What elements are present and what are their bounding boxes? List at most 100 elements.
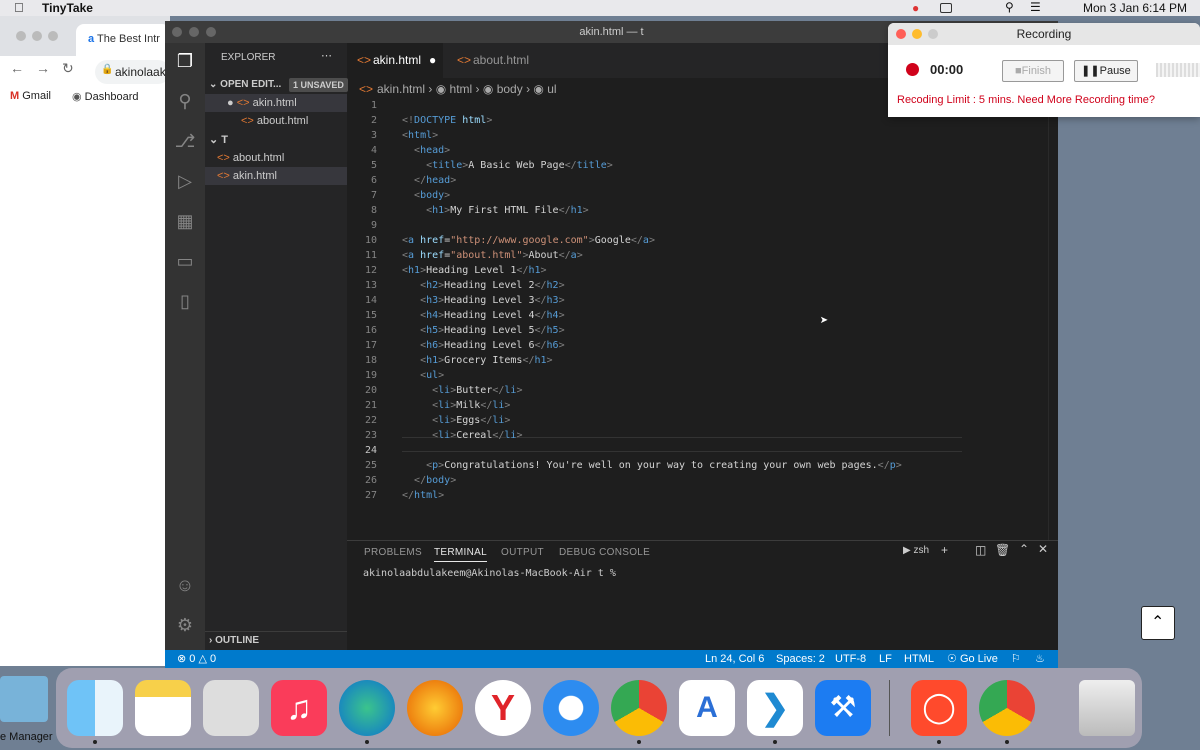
tab-output[interactable]: OUTPUT xyxy=(501,547,544,558)
vscode-icon[interactable]: ❯ xyxy=(747,680,803,736)
finish-button[interactable]: ■Finish xyxy=(1002,60,1064,82)
edge-icon[interactable] xyxy=(339,680,395,736)
code-line: <a href="about.html">About</a> xyxy=(402,250,583,261)
forward-icon[interactable]: → xyxy=(36,60,50,76)
breadcrumb-item[interactable]: html xyxy=(450,82,473,96)
address-bar[interactable]: 🔒 akinolaak xyxy=(95,60,170,84)
gmail-bookmark[interactable]: M Gmail xyxy=(10,90,51,102)
line-ending[interactable]: LF xyxy=(879,650,892,668)
safari-icon[interactable] xyxy=(543,680,599,736)
run-debug-icon[interactable]: ▷ xyxy=(173,171,197,195)
tab-debug-console[interactable]: DEBUG CONSOLE xyxy=(559,547,650,558)
account-icon[interactable]: ☺ xyxy=(173,575,197,599)
battery-icon[interactable] xyxy=(940,3,952,13)
tinytake-icon[interactable]: ◯ xyxy=(911,680,967,736)
settings-gear-icon[interactable]: ⚙ xyxy=(173,615,197,639)
firefox-icon[interactable] xyxy=(407,680,463,736)
tab-terminal[interactable]: TERMINAL xyxy=(434,547,487,562)
chrome-app-icon[interactable] xyxy=(979,680,1035,736)
remote-explorer-icon[interactable]: ▭ xyxy=(173,251,197,275)
code-editor[interactable]: 1 2 3 4 5 6 7 8 9 10 11 12 13 14 15 16 17 18 19 20 21 22 23 24 2… xyxy=(347,100,1058,540)
browser-tab[interactable]: a The Best Intr xyxy=(76,24,170,56)
app-name[interactable]: TinyTake xyxy=(42,1,93,15)
status-bar: ⊗ 0 △ 0 Ln 24, Col 6 Spaces: 2 UTF-8 LF … xyxy=(165,650,1058,668)
minimize-button[interactable] xyxy=(32,31,42,41)
book-icon[interactable]: ▯ xyxy=(173,291,197,315)
android-studio-icon[interactable]: A xyxy=(679,680,735,736)
breadcrumb-item[interactable]: body xyxy=(497,82,523,96)
cursor-position[interactable]: Ln 24, Col 6 xyxy=(705,650,764,668)
back-icon[interactable]: ← xyxy=(10,60,24,76)
open-editor-item[interactable]: <> about.html xyxy=(205,112,347,130)
source-control-icon[interactable]: ⎇ xyxy=(173,131,197,155)
open-editors-header[interactable]: ⌄ OPEN EDIT... 1 UNSAVED xyxy=(205,76,348,94)
breadcrumb-item[interactable]: akin.html xyxy=(377,82,425,96)
recording-widget: Recording 00:00 ■Finish ❚❚Pause Recoding… xyxy=(888,23,1200,117)
music-icon[interactable]: ♫ xyxy=(271,680,327,736)
chrome-icon[interactable] xyxy=(611,680,667,736)
line-number: 22 xyxy=(364,415,377,426)
tab-about-html[interactable]: <> about.html xyxy=(447,43,547,78)
tab-problems[interactable]: PROBLEMS xyxy=(364,547,422,558)
indentation[interactable]: Spaces: 2 xyxy=(776,650,825,668)
unsaved-dot-icon: ● xyxy=(429,53,437,67)
explorer-icon[interactable]: ❐ xyxy=(173,51,197,75)
go-live-button[interactable]: ☉ Go Live xyxy=(947,650,998,668)
folder-file-item[interactable]: <> akin.html xyxy=(205,167,347,185)
new-terminal-icon[interactable]: + xyxy=(941,543,948,557)
xcode-icon[interactable]: ⚒ xyxy=(815,680,871,736)
pause-button[interactable]: ❚❚Pause xyxy=(1074,60,1138,82)
extensions-icon[interactable]: ▦ xyxy=(173,211,197,235)
terminal-shell-selector[interactable]: ▶ zsh xyxy=(903,545,929,556)
language-mode[interactable]: HTML xyxy=(904,650,934,668)
html-file-icon: <> xyxy=(241,115,254,127)
recording-limit-message[interactable]: Recoding Limit : 5 mins. Need More Recor… xyxy=(897,94,1155,106)
terminal-prompt[interactable]: akinolaabdulakeem@Akinolas-MacBook-Air t… xyxy=(363,568,616,579)
folder-icon[interactable] xyxy=(0,676,48,722)
minimize-button[interactable] xyxy=(189,27,199,37)
bell-icon[interactable]: ♨ xyxy=(1035,650,1045,668)
html-file-icon: <> xyxy=(357,53,372,67)
problems-indicator[interactable]: ⊗ 0 △ 0 xyxy=(177,650,216,668)
more-actions-icon[interactable]: ⋯ xyxy=(321,49,332,62)
feedback-icon[interactable]: ⚐ xyxy=(1011,650,1021,668)
close-button[interactable] xyxy=(16,31,26,41)
open-editor-item[interactable]: ● <> akin.html xyxy=(205,94,347,112)
tab-akin-html[interactable]: <> akin.html ● xyxy=(347,43,443,78)
recorder-icon[interactable]: ● xyxy=(912,1,919,15)
html-file-icon: <> xyxy=(217,152,230,164)
close-button[interactable] xyxy=(172,27,182,37)
breadcrumb-item[interactable]: ul xyxy=(547,82,556,96)
clock[interactable]: Mon 3 Jan 6:14 PM xyxy=(1083,1,1187,15)
zoom-button[interactable] xyxy=(928,29,938,39)
zoom-button[interactable] xyxy=(206,27,216,37)
html-file-icon: <> xyxy=(359,82,374,96)
minimize-button[interactable] xyxy=(912,29,922,39)
reload-icon[interactable]: ↻ xyxy=(62,60,74,77)
editor-scrollbar[interactable] xyxy=(1048,100,1058,540)
split-terminal-icon[interactable]: ◫ xyxy=(975,543,986,557)
notes-icon[interactable] xyxy=(135,680,191,736)
zoom-button[interactable] xyxy=(48,31,58,41)
search-icon[interactable]: ⚲ xyxy=(1005,0,1014,14)
encoding[interactable]: UTF-8 xyxy=(835,650,866,668)
record-icon[interactable] xyxy=(906,63,919,76)
close-panel-icon[interactable]: ✕ xyxy=(1038,542,1048,556)
close-button[interactable] xyxy=(896,29,906,39)
folder-file-item[interactable]: <> about.html xyxy=(205,149,347,167)
code-line: <h6>Heading Level 6</h6> xyxy=(420,340,565,351)
dashboard-bookmark[interactable]: ◉ Dashboard xyxy=(72,90,139,103)
scroll-to-top-button[interactable]: ⌃ xyxy=(1141,606,1175,640)
trash-icon[interactable]: 🗑 xyxy=(995,543,1010,557)
chevron-up-icon[interactable]: ⌃ xyxy=(1019,542,1029,556)
yandex-icon[interactable]: Y xyxy=(475,680,531,736)
gmail-icon: M xyxy=(10,90,20,102)
control-center-icon[interactable]: ☰ xyxy=(1030,0,1041,14)
folder-header[interactable]: ⌄ T xyxy=(205,131,347,149)
apple-icon[interactable]:  xyxy=(14,0,24,15)
trash-icon[interactable] xyxy=(1079,680,1135,736)
finder-icon[interactable] xyxy=(67,680,123,736)
search-icon[interactable]: ⚲ xyxy=(173,91,197,115)
launchpad-icon[interactable] xyxy=(203,680,259,736)
outline-header[interactable]: › OUTLINE xyxy=(205,631,347,649)
